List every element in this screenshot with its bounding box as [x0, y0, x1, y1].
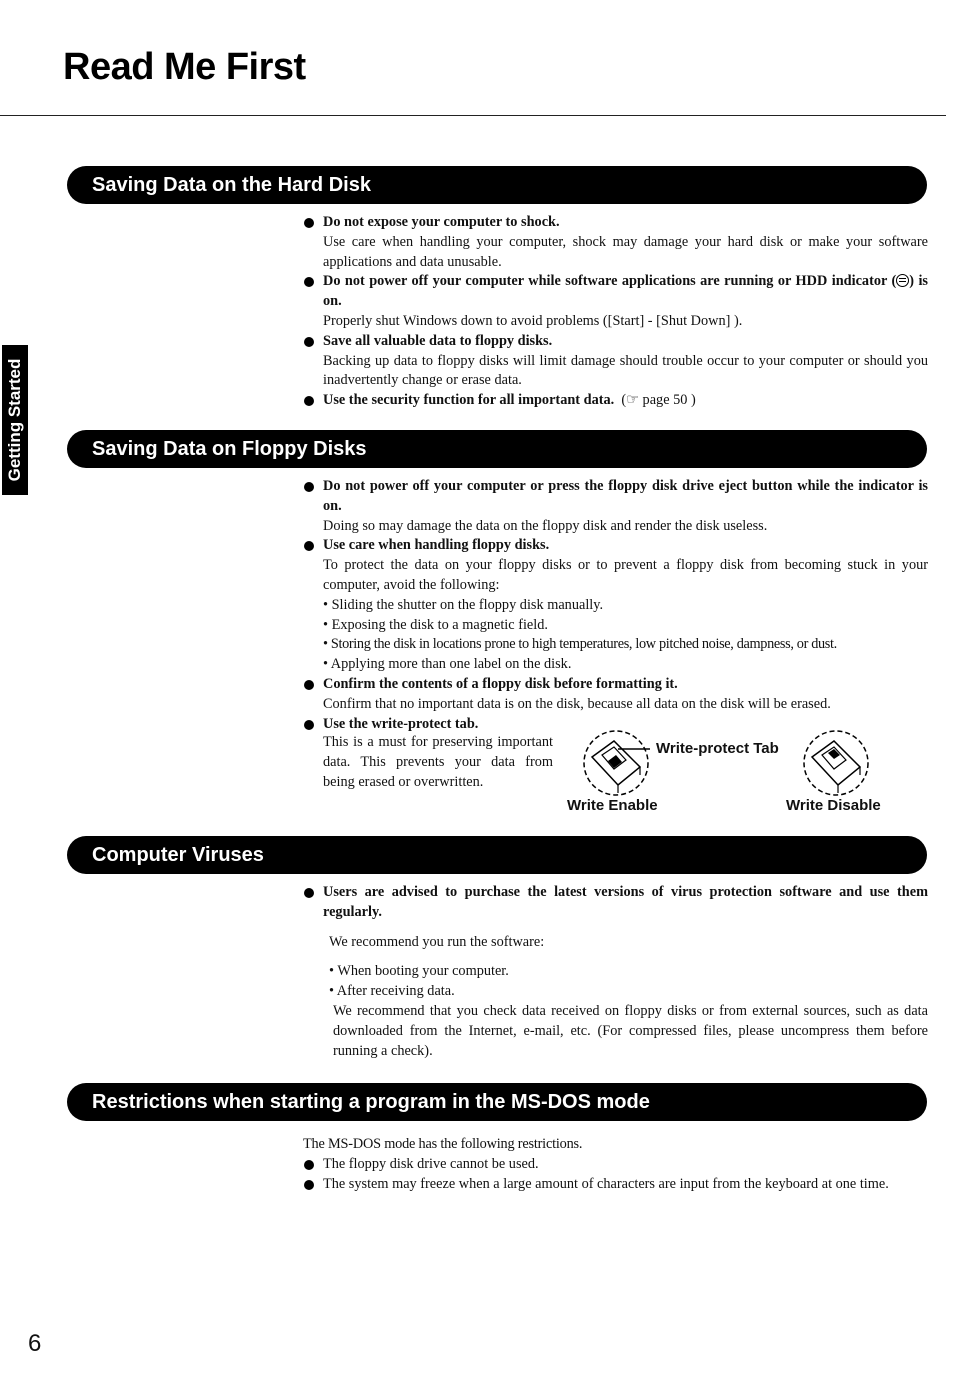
write-disable-caption: Write Disable	[786, 797, 881, 814]
write-protect-figure: This is a must for preserving important …	[323, 730, 928, 823]
item-title-text: Do not power off your computer while sof…	[323, 273, 897, 290]
page-reference[interactable]: (☞ page 50 )	[618, 392, 695, 409]
bullet-icon	[304, 336, 314, 347]
list-item: The floppy disk drive cannot be used.	[303, 1155, 928, 1175]
item-title: Do not expose your computer to shock.	[323, 214, 560, 230]
item-title: Use care when handling floppy disks.	[323, 537, 550, 554]
list-item: Use the security function for all import…	[303, 391, 928, 411]
bullet-icon	[304, 1159, 314, 1170]
item-body: This is a must for preserving important …	[323, 734, 553, 790]
page-number: 6	[28, 1330, 42, 1357]
item-title: Users are advised to purchase the latest…	[323, 884, 928, 920]
item-body: The floppy disk drive cannot be used.	[323, 1155, 539, 1172]
hdd-indicator-icon	[896, 274, 910, 288]
title-divider	[0, 115, 946, 116]
sub-item: • After receiving data.	[329, 983, 455, 1000]
page-reference-text: page 50	[642, 392, 688, 409]
item-body: Use care when handling your computer, sh…	[323, 233, 928, 270]
bullet-icon	[304, 888, 314, 898]
section-hard-disk-content: Do not expose your computer to shock. Us…	[303, 213, 928, 411]
detail-text: We recommend that you check data receive…	[333, 1002, 928, 1059]
item-title: Do not power off your computer while sof…	[323, 272, 928, 312]
item-body: To protect the data on your floppy disks…	[323, 557, 928, 593]
sub-item: • Exposing the disk to a magnetic field.	[323, 616, 548, 633]
write-protect-tab-callout-line	[618, 748, 650, 750]
section-viruses-content: Users are advised to purchase the latest…	[303, 883, 928, 1061]
section-floppy-content: Do not power off your computer or press …	[303, 477, 928, 734]
intro-text: We recommend you run the software:	[329, 933, 545, 950]
item-body: Confirm that no important data is on the…	[323, 695, 831, 712]
list-item: Confirm the contents of a floppy disk be…	[303, 675, 928, 715]
intro-text: The MS-DOS mode has the following restri…	[303, 1136, 583, 1152]
item-title: Do not power off your computer or press …	[323, 478, 928, 514]
bullet-icon	[304, 719, 314, 730]
write-enable-caption: Write Enable	[567, 797, 658, 814]
page-title: Read Me First	[63, 46, 306, 88]
list-item: Users are advised to purchase the latest…	[303, 883, 928, 923]
list-item: Use care when handling floppy disks. To …	[303, 536, 928, 675]
sub-item: • Sliding the shutter on the floppy disk…	[323, 596, 604, 613]
item-title: Confirm the contents of a floppy disk be…	[323, 675, 678, 692]
bullet-icon	[304, 1179, 314, 1190]
item-body: Backing up data to floppy disks will lim…	[323, 352, 928, 389]
bullet-icon	[304, 541, 314, 552]
chapter-side-tab: Getting Started	[2, 345, 28, 495]
section-heading-ms-dos: Restrictions when starting a program in …	[67, 1083, 927, 1121]
item-body: Properly shut Windows down to avoid prob…	[323, 312, 743, 329]
section-heading-hard-disk: Saving Data on the Hard Disk	[67, 166, 927, 204]
section-heading-computer-viruses: Computer Viruses	[67, 836, 927, 874]
list-item: Do not expose your computer to shock. Us…	[303, 213, 928, 272]
write-protect-tab-label: Write-protect Tab	[656, 740, 779, 757]
bullet-icon	[304, 396, 314, 407]
item-body: The system may freeze when a large amoun…	[323, 1175, 889, 1192]
section-msdos-content: The MS-DOS mode has the following restri…	[303, 1135, 928, 1194]
floppy-write-disable-illustration	[803, 730, 869, 796]
list-item: Do not power off your computer while sof…	[303, 272, 928, 331]
sub-item: • When booting your computer.	[329, 963, 509, 980]
floppy-write-enable-illustration	[583, 730, 649, 796]
item-title: Save all valuable data to floppy disks.	[323, 332, 553, 349]
sub-item: • Storing the disk in locations prone to…	[323, 636, 837, 653]
bullet-icon	[304, 482, 314, 492]
list-item: Do not power off your computer or press …	[303, 477, 928, 536]
pointing-hand-icon: ☞	[626, 392, 639, 409]
section-heading-floppy-disks: Saving Data on Floppy Disks	[67, 430, 927, 468]
chapter-side-tab-label: Getting Started	[5, 358, 24, 482]
list-item: The system may freeze when a large amoun…	[303, 1175, 928, 1195]
bullet-icon	[304, 679, 314, 690]
list-item: Save all valuable data to floppy disks. …	[303, 332, 928, 391]
bullet-icon	[304, 277, 314, 288]
sub-item: • Applying more than one label on the di…	[323, 656, 572, 673]
item-body: Doing so may damage the data on the flop…	[323, 517, 768, 534]
item-title: Use the security function for all import…	[323, 392, 615, 409]
bullet-icon	[304, 218, 314, 228]
